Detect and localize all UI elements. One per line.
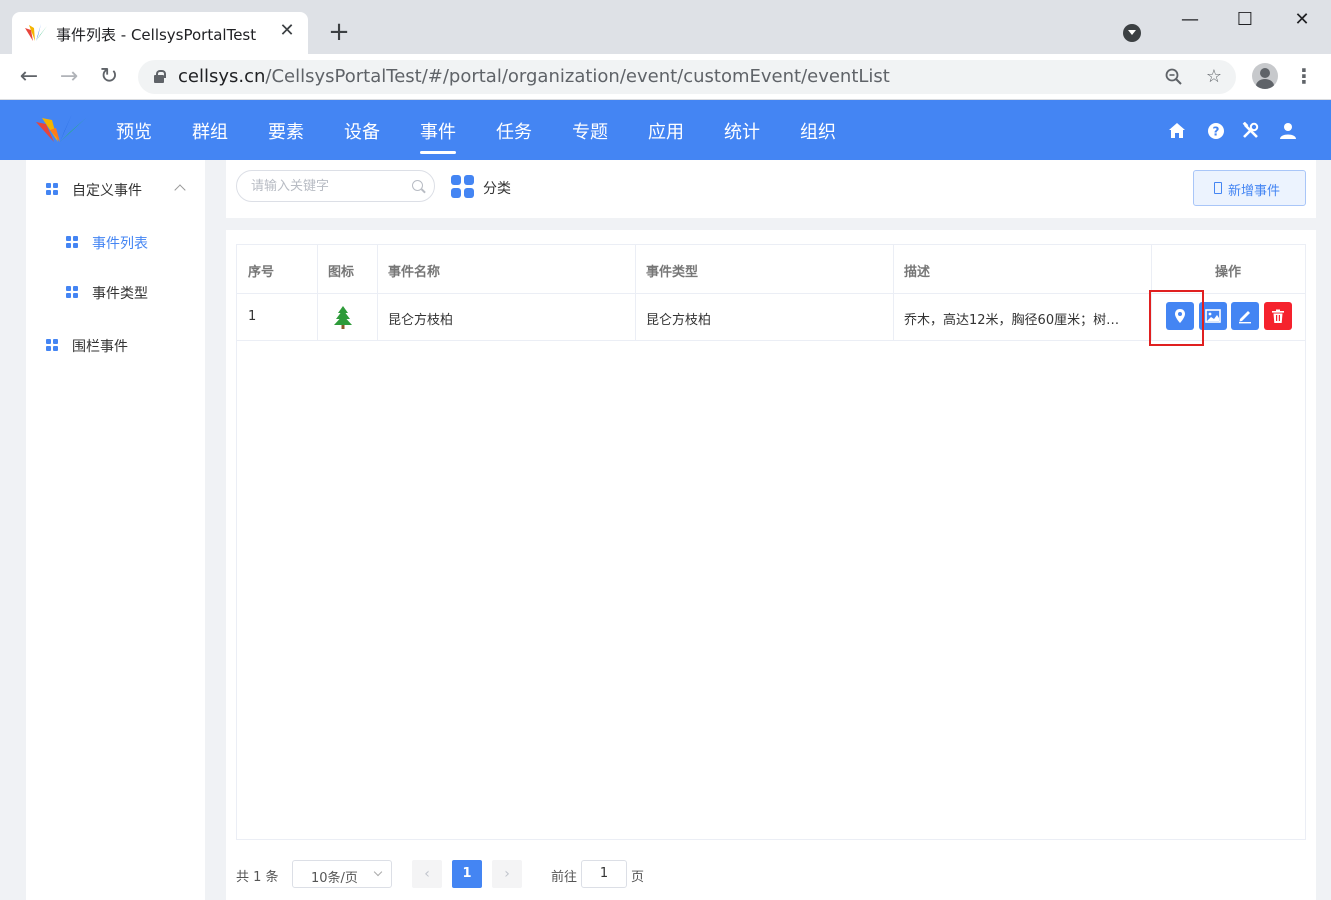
app-logo [36, 114, 86, 142]
sidebar-item-label: 自定义事件 [72, 183, 142, 199]
toolbar-card: 分类 新增事件 [226, 160, 1316, 218]
chevron-up-icon[interactable] [174, 184, 186, 196]
col-divider [317, 245, 318, 340]
profile-avatar-icon[interactable] [1252, 63, 1278, 89]
tree-icon [334, 306, 352, 329]
close-window-button[interactable]: ✕ [1282, 6, 1322, 34]
sidebar-item-label: 围栏事件 [72, 339, 128, 355]
total-count: 共 1 条 [236, 870, 279, 885]
back-icon[interactable]: ← [14, 62, 44, 92]
add-event-button[interactable]: 新增事件 [1193, 170, 1306, 206]
image-icon [1205, 309, 1221, 323]
highlight-box [1149, 290, 1204, 346]
grid-icon [66, 286, 78, 298]
tools-icon[interactable] [1242, 122, 1260, 140]
add-event-label: 新增事件 [1228, 184, 1281, 199]
browser-tab[interactable]: 事件列表 - CellsysPortalTest ✕ [12, 12, 308, 54]
sidebar-item-label: 事件类型 [92, 286, 148, 302]
nav-elements[interactable]: 要素 [268, 118, 304, 144]
browser-titlebar: 事件列表 - CellsysPortalTest ✕ + — ☐ ✕ [0, 0, 1331, 54]
nav-groups[interactable]: 群组 [192, 118, 228, 144]
add-icon [1214, 182, 1222, 194]
cell-event-name: 昆仑方枝柏 [388, 313, 454, 328]
page-number-current[interactable]: 1 [452, 860, 482, 888]
edit-icon [1239, 311, 1251, 324]
browser-menu-icon[interactable]: ⋮ [1292, 64, 1316, 88]
cell-index: 1 [248, 309, 257, 324]
category-grid-icon [451, 175, 475, 199]
maximize-button[interactable]: ☐ [1225, 6, 1265, 34]
home-icon[interactable] [1168, 122, 1186, 140]
sidebar: 自定义事件 事件列表 事件类型 围栏事件 [26, 160, 205, 900]
header-divider [237, 293, 1305, 294]
chevron-down-icon [373, 867, 383, 877]
category-label: 分类 [483, 181, 511, 197]
grid-icon [46, 183, 58, 195]
tab-title: 事件列表 - CellsysPortalTest [56, 26, 257, 44]
forward-icon[interactable]: → [54, 62, 84, 92]
page-size-value: 10条/页 [311, 871, 358, 886]
column-header-actions: 操作 [1215, 265, 1242, 280]
nav-organization[interactable]: 组织 [800, 118, 836, 144]
row-divider [237, 340, 1305, 341]
page-size-select[interactable]: 10条/页 [292, 860, 392, 888]
sidebar-item-label: 事件列表 [92, 236, 148, 252]
nav-topics[interactable]: 专题 [572, 118, 608, 144]
bookmark-star-icon[interactable]: ☆ [1202, 65, 1226, 89]
lock-icon [154, 70, 166, 83]
address-bar[interactable]: cellsys.cn/CellsysPortalTest/#/portal/or… [138, 60, 1236, 94]
edit-button[interactable] [1231, 302, 1259, 330]
minimize-button[interactable]: — [1170, 6, 1210, 34]
col-divider [635, 245, 636, 340]
col-divider [377, 245, 378, 340]
nav-tasks[interactable]: 任务 [496, 118, 532, 144]
search-input[interactable] [251, 177, 401, 195]
cell-event-type: 昆仑方枝柏 [646, 313, 712, 328]
table-card: 序号 图标 事件名称 事件类型 描述 操作 1 昆仑方枝柏 昆仑方枝柏 乔木，高… [226, 230, 1316, 900]
column-header-name: 事件名称 [388, 265, 441, 280]
next-page-button[interactable]: › [492, 860, 522, 888]
browser-toolbar: ← → ↻ cellsys.cn/CellsysPortalTest/#/por… [0, 54, 1331, 100]
goto-unit: 页 [631, 870, 645, 885]
delete-button[interactable] [1264, 302, 1292, 330]
url-text: cellsys.cn/CellsysPortalTest/#/portal/or… [178, 66, 890, 87]
user-icon[interactable] [1279, 122, 1297, 140]
grid-icon [66, 236, 78, 248]
new-tab-button[interactable]: + [326, 19, 352, 46]
nav-statistics[interactable]: 统计 [724, 118, 760, 144]
delete-icon [1272, 309, 1284, 323]
col-divider [893, 245, 894, 340]
column-header-index: 序号 [248, 265, 275, 280]
column-header-description: 描述 [904, 265, 931, 280]
goto-page-input[interactable]: 1 [581, 860, 627, 888]
zoom-icon[interactable] [1162, 65, 1186, 89]
tab-close-icon[interactable]: ✕ [276, 20, 298, 42]
nav-events[interactable]: 事件 [420, 118, 456, 144]
browser-profile-menu-icon[interactable] [1123, 24, 1141, 42]
prev-page-button[interactable]: ‹ [412, 860, 442, 888]
reload-icon[interactable]: ↻ [94, 62, 124, 92]
svg-text:?: ? [1213, 125, 1220, 139]
help-icon[interactable]: ? [1207, 122, 1225, 140]
grid-icon [46, 339, 58, 351]
column-header-icon: 图标 [328, 265, 355, 280]
app-header: 预览 群组 要素 设备 事件 任务 专题 应用 统计 组织 [0, 100, 1331, 160]
nav-apps[interactable]: 应用 [648, 118, 684, 144]
column-header-type: 事件类型 [646, 265, 699, 280]
active-nav-indicator [420, 151, 456, 154]
nav-preview[interactable]: 预览 [116, 118, 152, 144]
site-favicon-icon [25, 24, 47, 41]
cell-description: 乔木，高达12米，胸径60厘米；树… [904, 313, 1120, 328]
goto-label: 前往 [551, 870, 578, 885]
event-table: 序号 图标 事件名称 事件类型 描述 操作 1 昆仑方枝柏 昆仑方枝柏 乔木，高… [236, 244, 1306, 840]
search-box[interactable] [236, 170, 435, 202]
search-icon[interactable] [412, 180, 423, 191]
nav-devices[interactable]: 设备 [344, 118, 380, 144]
